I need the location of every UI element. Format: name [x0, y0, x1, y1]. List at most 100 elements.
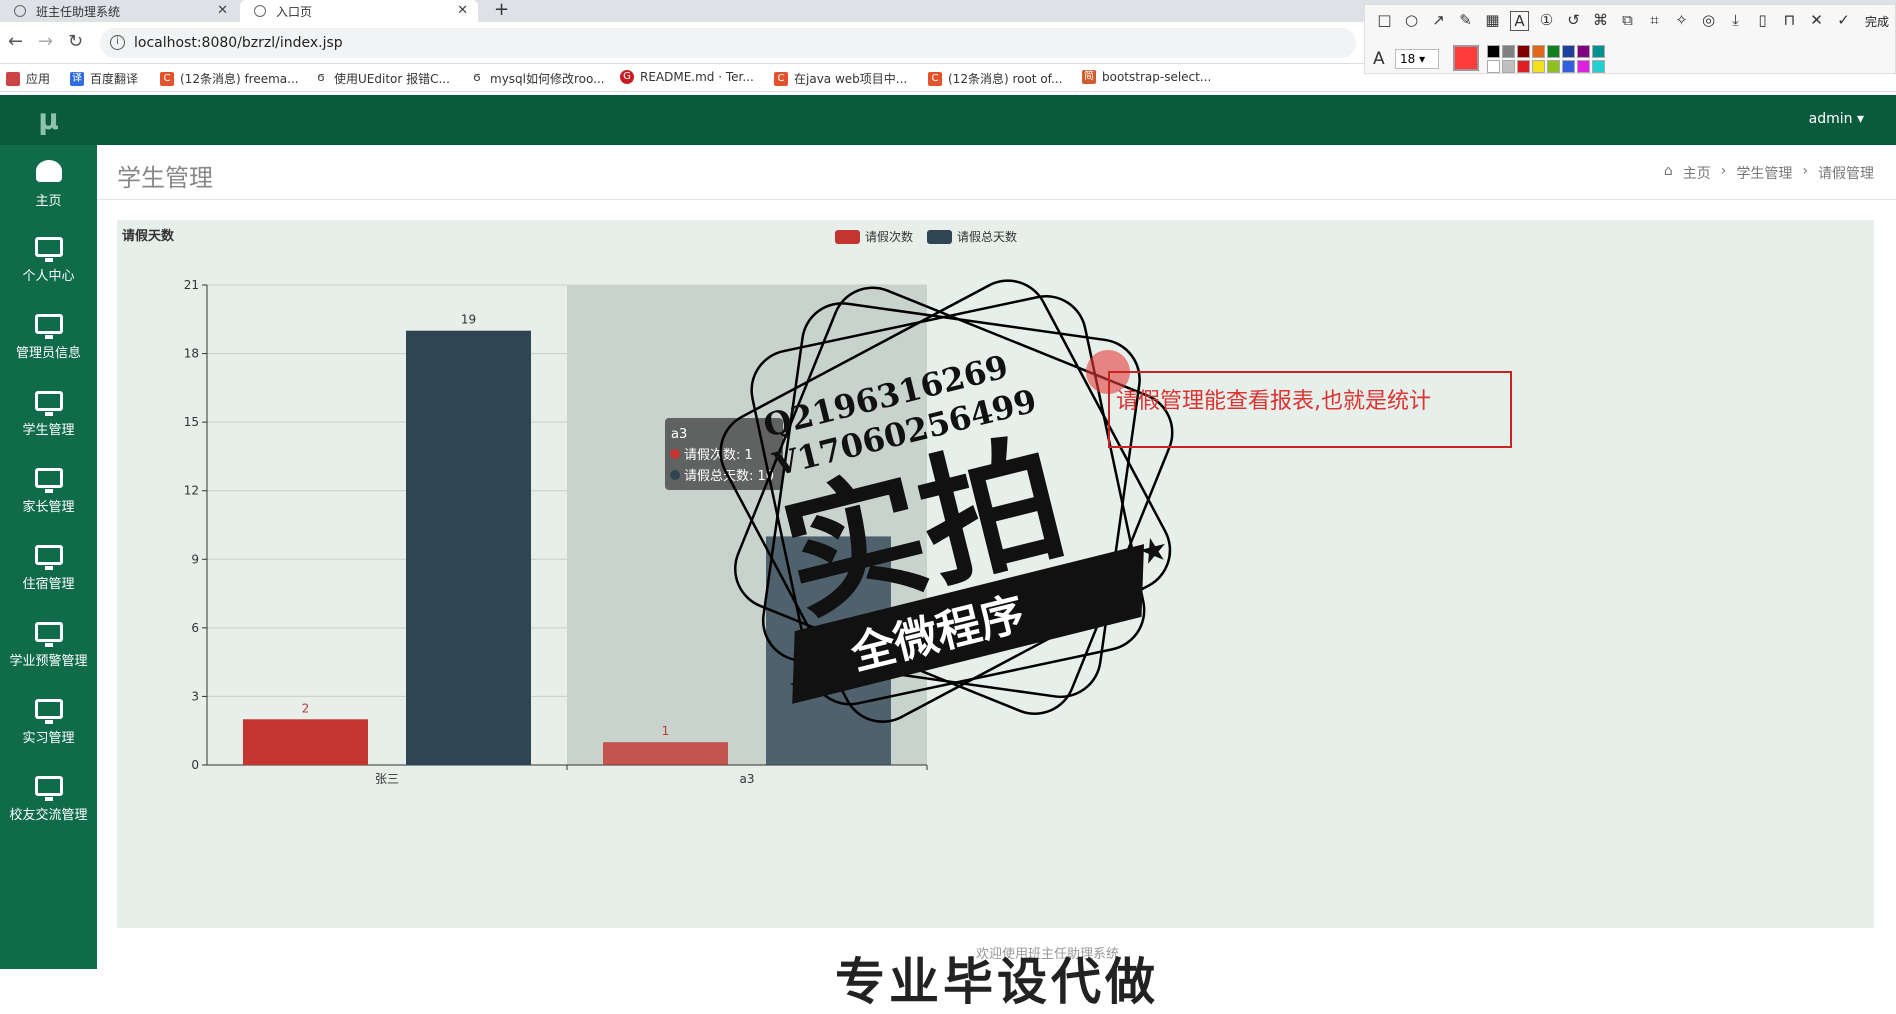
breadcrumb-students[interactable]: 学生管理	[1736, 163, 1792, 183]
bookmark-label: bootstrap-select...	[1102, 70, 1212, 84]
sidebar-item-admins[interactable]: 管理员信息	[0, 299, 97, 376]
font-size-select[interactable]: 18 ▾	[1395, 49, 1439, 69]
color-swatch[interactable]	[1532, 45, 1545, 58]
color-swatch[interactable]	[1562, 45, 1575, 58]
bookmark-icon: Ϭ	[314, 71, 328, 86]
color-swatch[interactable]	[1517, 45, 1530, 58]
breadcrumb-current: 请假管理	[1818, 166, 1874, 182]
rectangle-icon[interactable]: □	[1375, 11, 1394, 31]
color-swatch[interactable]	[1532, 60, 1545, 73]
bookmark-label: (12条消息) freema...	[180, 72, 299, 86]
csdn-icon: C	[928, 71, 942, 86]
sidebar-item-alumni[interactable]: 校友交流管理	[0, 761, 97, 838]
phone-icon[interactable]: ▯	[1753, 11, 1772, 31]
magic-icon[interactable]: ✧	[1672, 11, 1691, 31]
sidebar-item-warning[interactable]: 学业预警管理	[0, 607, 97, 684]
y-tick-label: 15	[184, 415, 199, 429]
color-swatch[interactable]	[1577, 45, 1590, 58]
mosaic-icon[interactable]: ▦	[1483, 11, 1502, 31]
url-text[interactable]: localhost:8080/bzrzl/index.jsp	[134, 35, 343, 51]
color-swatch[interactable]	[1592, 45, 1605, 58]
text-tool-icon[interactable]: A	[1510, 11, 1529, 31]
number-icon[interactable]: ①	[1537, 11, 1556, 31]
screenshot-toolbar: □ ○ ↗ ✎ ▦ A ① ↺ ⌘ ⧉ ⌗ ✧ ◎ ⤓ ▯ ⊓ ✕ ✓ 完成 A…	[1364, 4, 1896, 74]
tool-row: □ ○ ↗ ✎ ▦ A ① ↺ ⌘ ⧉ ⌗ ✧ ◎ ⤓ ▯ ⊓ ✕ ✓	[1375, 11, 1853, 31]
bookmark-label: README.md · Ter...	[640, 70, 754, 84]
current-color-swatch[interactable]	[1453, 45, 1479, 71]
info-icon[interactable]: i	[110, 35, 125, 50]
y-tick-label: 21	[184, 278, 199, 292]
record-icon[interactable]: ◎	[1699, 11, 1718, 31]
annotation-textbox[interactable]: 请假管理能查看报表,也就是统计	[1108, 371, 1512, 448]
color-swatch[interactable]	[1547, 45, 1560, 58]
sidebar-item-label: 学生管理	[22, 423, 75, 438]
color-swatch[interactable]	[1577, 60, 1590, 73]
ocr-icon[interactable]: ⌗	[1645, 11, 1664, 31]
legend-label: 请假总天数	[957, 229, 1017, 244]
sidebar-item-profile[interactable]: 个人中心	[0, 222, 97, 299]
done-button[interactable]: 完成	[1865, 13, 1889, 30]
bookmark-icon: Ϭ	[470, 71, 484, 86]
bar-value-label: 19	[461, 313, 476, 327]
close-tab-icon[interactable]: ✕	[217, 3, 228, 18]
browser-tab[interactable]: 班主任助理系统 ✕	[0, 0, 238, 22]
bookmark-item[interactable]: 译 百度翻译	[70, 70, 138, 87]
home-icon: ⌂	[1663, 163, 1673, 179]
monitor-icon	[34, 391, 63, 416]
bar	[406, 330, 531, 765]
new-tab-button[interactable]: +	[494, 0, 509, 20]
color-swatch[interactable]	[1562, 60, 1575, 73]
color-swatch[interactable]	[1517, 60, 1530, 73]
pin-icon[interactable]: ⌘	[1591, 11, 1610, 31]
breadcrumb-home[interactable]: 主页	[1683, 163, 1711, 183]
cancel-icon[interactable]: ✕	[1807, 11, 1826, 31]
back-icon[interactable]: ←	[8, 32, 23, 52]
browser-tab-active[interactable]: 入口页 ✕	[240, 0, 478, 22]
y-tick-label: 18	[184, 347, 199, 361]
user-menu[interactable]: admin ▾	[1809, 111, 1864, 127]
sidebar-item-label: 校友交流管理	[9, 808, 88, 823]
annotation-text[interactable]: 请假管理能查看报表,也就是统计	[1116, 383, 1431, 415]
bookmark-item[interactable]: Ϭ mysql如何修改roo...	[470, 70, 605, 87]
sidebar-item-students[interactable]: 学生管理	[0, 376, 97, 453]
color-swatch[interactable]	[1502, 45, 1515, 58]
address-bar[interactable]: i localhost:8080/bzrzl/index.jsp	[100, 28, 1356, 58]
bookmark-icon[interactable]: ⊓	[1780, 11, 1799, 31]
arrow-icon[interactable]: ↗	[1429, 11, 1448, 31]
color-palette	[1487, 45, 1605, 73]
pen-icon[interactable]: ✎	[1456, 11, 1475, 31]
sidebar-item-internship[interactable]: 实习管理	[0, 684, 97, 761]
legend-swatch	[835, 230, 860, 244]
jianshu-icon: 简	[1082, 70, 1096, 84]
sidebar-item-home[interactable]: 主页	[0, 145, 97, 222]
ellipse-icon[interactable]: ○	[1402, 11, 1421, 31]
color-swatch[interactable]	[1487, 60, 1500, 73]
sidebar-item-label: 实习管理	[22, 731, 75, 746]
bookmark-apps[interactable]: 应用	[6, 70, 50, 87]
app-logo[interactable]: μ	[0, 95, 97, 145]
copy-icon[interactable]: ⧉	[1618, 11, 1637, 31]
bookmark-item[interactable]: 简 bootstrap-select...	[1082, 70, 1211, 84]
check-icon[interactable]: ✓	[1834, 11, 1853, 31]
x-tick-label: a3	[740, 772, 755, 786]
sidebar-item-parents[interactable]: 家长管理	[0, 453, 97, 530]
close-tab-icon[interactable]: ✕	[457, 3, 468, 18]
color-swatch[interactable]	[1502, 60, 1515, 73]
bookmark-item[interactable]: C (12条消息) freema...	[160, 70, 299, 87]
bookmark-label: 在java web项目中...	[794, 72, 908, 86]
sidebar-item-label: 管理员信息	[15, 346, 81, 361]
forward-icon[interactable]: →	[38, 32, 53, 52]
color-swatch[interactable]	[1547, 60, 1560, 73]
color-swatch[interactable]	[1487, 45, 1500, 58]
tooltip-marker	[670, 470, 680, 480]
download-icon[interactable]: ⤓	[1726, 11, 1745, 31]
undo-icon[interactable]: ↺	[1564, 11, 1583, 31]
bookmark-item[interactable]: Ϭ 使用UEditor 报错C...	[314, 70, 450, 87]
bar-value-label: 1	[662, 724, 670, 738]
reload-icon[interactable]: ↻	[68, 32, 83, 52]
color-swatch[interactable]	[1592, 60, 1605, 73]
bookmark-item[interactable]: G README.md · Ter...	[620, 70, 754, 84]
bookmark-item[interactable]: C (12条消息) root of...	[928, 70, 1062, 87]
sidebar-item-dorm[interactable]: 住宿管理	[0, 530, 97, 607]
bookmark-item[interactable]: C 在java web项目中...	[774, 70, 907, 87]
